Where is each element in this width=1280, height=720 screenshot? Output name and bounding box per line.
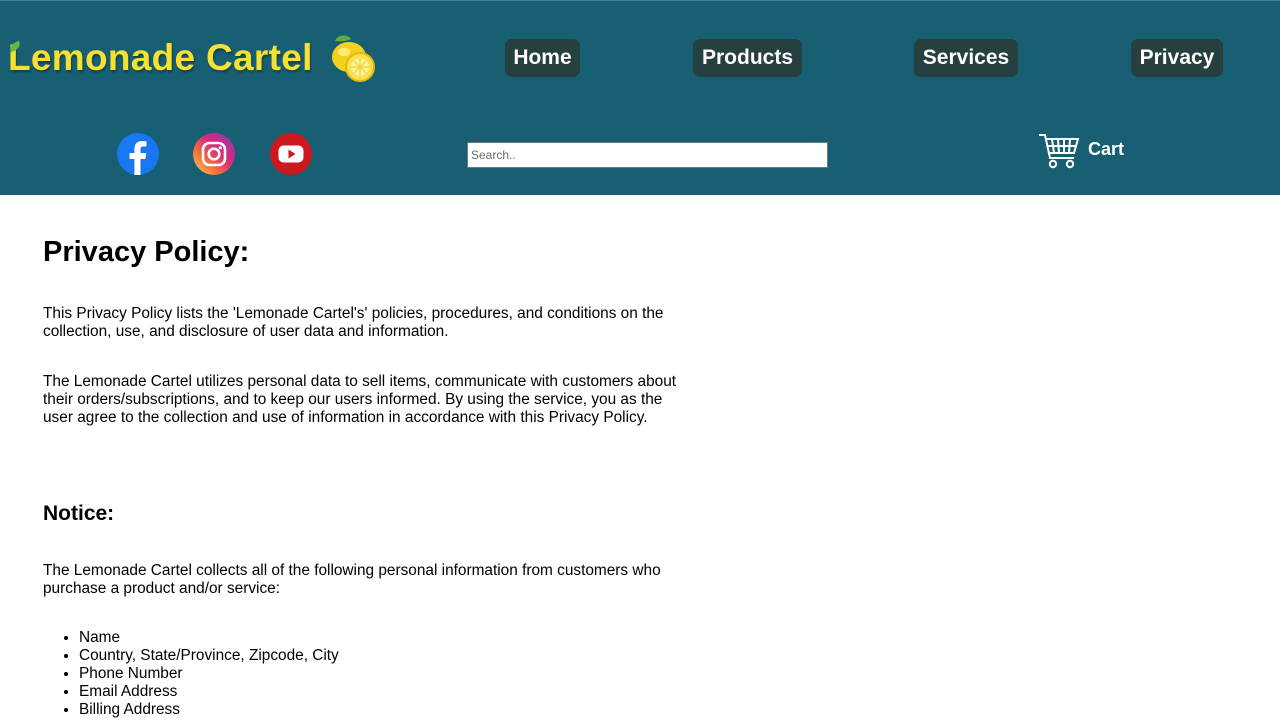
nav-services[interactable]: Services: [914, 39, 1018, 77]
list-item: Phone Number: [79, 665, 339, 683]
list-item: Email Address: [79, 683, 339, 701]
nav-products[interactable]: Products: [693, 39, 802, 77]
logo[interactable]: Lemonade Cartel: [6, 31, 377, 85]
cart-button[interactable]: Cart: [1038, 132, 1124, 170]
search-input[interactable]: [467, 142, 828, 168]
site-header: Lemonade Cartel Home Products Services P…: [0, 0, 1280, 195]
collected-info-list: Name Country, State/Province, Zipcode, C…: [43, 629, 339, 719]
intro-paragraph: This Privacy Policy lists the 'Lemonade …: [43, 305, 664, 340]
youtube-icon[interactable]: [270, 133, 312, 175]
cart-label: Cart: [1088, 139, 1125, 159]
lemon-icon: [331, 35, 375, 82]
facebook-icon[interactable]: [117, 133, 159, 175]
page-title: Privacy Policy:: [43, 236, 250, 268]
notice-paragraph: The Lemonade Cartel collects all of the …: [43, 562, 661, 597]
list-item: Country, State/Province, Zipcode, City: [79, 647, 339, 665]
cart-icon: [1039, 134, 1080, 169]
logo-text: Lemonade Cartel: [8, 37, 313, 78]
nav-privacy[interactable]: Privacy: [1131, 39, 1223, 77]
list-item: Billing Address: [79, 701, 339, 719]
notice-heading: Notice:: [43, 502, 115, 525]
nav-home[interactable]: Home: [505, 39, 580, 77]
list-item: Name: [79, 629, 339, 647]
data-usage-paragraph: The Lemonade Cartel utilizes personal da…: [43, 373, 677, 426]
instagram-icon[interactable]: [193, 133, 235, 175]
